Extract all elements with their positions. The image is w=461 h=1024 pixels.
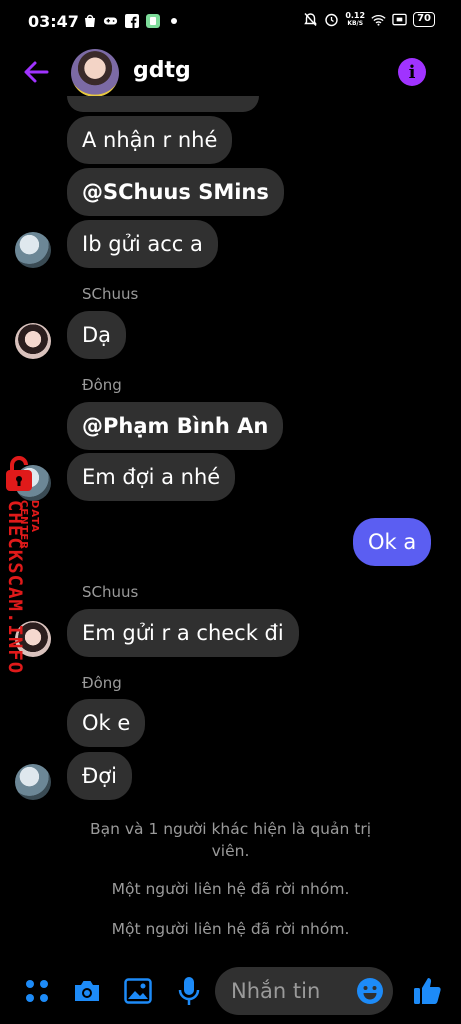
shopee-bag-icon bbox=[82, 13, 97, 28]
facebook-icon bbox=[124, 13, 139, 28]
menu-grid-icon[interactable] bbox=[22, 976, 52, 1006]
message-bubble[interactable]: Ib gửi acc a bbox=[67, 220, 218, 268]
message-bubble-mention[interactable]: @SChuus SMins bbox=[67, 168, 284, 216]
sender-avatar-dong[interactable] bbox=[15, 764, 51, 800]
chat-title[interactable]: gdtg bbox=[133, 58, 191, 83]
status-time: 03:47 bbox=[28, 12, 79, 31]
system-message: Bạn và 1 người khác hiện là quản trị bbox=[89, 820, 372, 838]
info-icon[interactable]: i bbox=[398, 58, 426, 86]
sent-message-bubble[interactable]: Ok a bbox=[353, 518, 432, 566]
message-bubble[interactable]: Đợi bbox=[67, 752, 132, 800]
sender-name: SChuus bbox=[82, 285, 139, 303]
gamepad-icon bbox=[103, 13, 118, 28]
watermark-lock-icon bbox=[4, 455, 34, 493]
emoji-icon[interactable] bbox=[356, 977, 384, 1005]
sender-avatar-schuus[interactable] bbox=[15, 323, 51, 359]
battery-level: 70 bbox=[413, 12, 435, 27]
alarm-icon bbox=[324, 12, 339, 27]
group-avatar[interactable] bbox=[71, 49, 119, 97]
network-speed-unit: KB/S bbox=[347, 20, 364, 27]
gallery-icon[interactable] bbox=[123, 976, 153, 1006]
back-arrow-icon[interactable] bbox=[22, 58, 50, 86]
message-bubble[interactable]: A nhận r nhé bbox=[67, 116, 233, 164]
message-bubble[interactable]: Ok e bbox=[67, 699, 146, 747]
thumbs-up-icon[interactable] bbox=[412, 975, 444, 1007]
system-message: viên. bbox=[211, 842, 250, 860]
sender-name: Đông bbox=[82, 376, 122, 394]
message-bubble[interactable]: Em gửi r a check đi bbox=[67, 609, 299, 657]
network-speed-value: 0.12 bbox=[345, 11, 366, 20]
system-message: Một người liên hệ đã rời nhóm. bbox=[111, 920, 350, 938]
sender-name: SChuus bbox=[82, 583, 139, 601]
message-bubble[interactable]: Dạ bbox=[67, 311, 127, 359]
partial-message-bubble bbox=[67, 96, 259, 112]
chat-header: gdtg i bbox=[0, 44, 461, 104]
app-icon bbox=[145, 13, 160, 28]
sender-name: Đông bbox=[82, 674, 122, 692]
sender-avatar-dong[interactable] bbox=[15, 232, 51, 268]
network-speed: 0.12 KB/S bbox=[345, 11, 366, 28]
notification-icons bbox=[82, 13, 181, 28]
system-message: Một người liên hệ đã rời nhóm. bbox=[111, 880, 350, 898]
mute-bell-icon bbox=[303, 12, 318, 27]
screen-icon bbox=[392, 12, 407, 27]
watermark-subtext: DATA CENTER bbox=[18, 500, 40, 550]
wifi-icon bbox=[371, 12, 386, 27]
message-bubble-mention[interactable]: @Phạm Bình An bbox=[67, 402, 284, 450]
dot-icon bbox=[166, 13, 181, 28]
message-bubble[interactable]: Em đợi a nhé bbox=[67, 453, 236, 501]
microphone-icon[interactable] bbox=[174, 976, 204, 1006]
status-bar: 03:47 0.12 KB/S 70 bbox=[0, 0, 461, 44]
camera-icon[interactable] bbox=[72, 976, 102, 1006]
message-composer bbox=[0, 962, 461, 1024]
status-right-icons: 0.12 KB/S 70 bbox=[303, 12, 435, 27]
